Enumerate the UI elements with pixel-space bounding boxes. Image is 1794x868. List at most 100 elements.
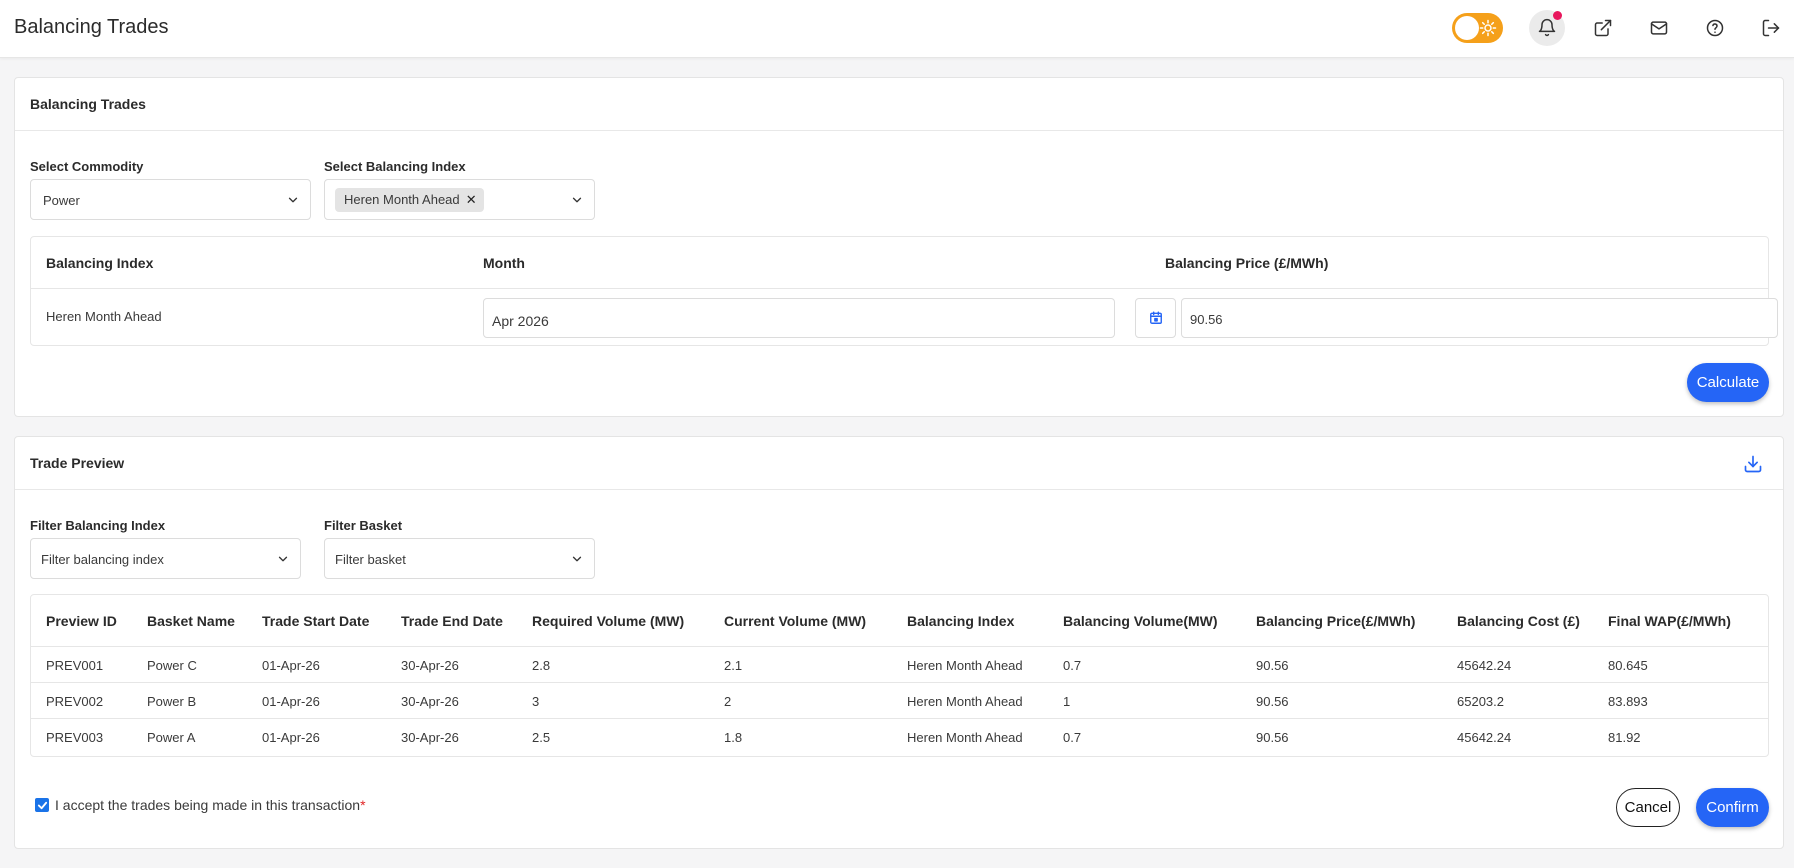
table-cell: 2 [724, 694, 732, 709]
column-header: Balancing Index [46, 255, 154, 271]
trade-preview-card: Trade Preview Filter Balancing Index Fil… [14, 436, 1784, 849]
theme-toggle[interactable] [1452, 13, 1503, 43]
table-cell: 30-Apr-26 [401, 658, 459, 673]
card-title: Trade Preview [30, 455, 125, 471]
download-icon[interactable] [1743, 454, 1763, 474]
filter-basket-label: Filter Basket [324, 518, 403, 533]
column-header: Trade Start Date [262, 613, 370, 629]
toggle-knob [1455, 16, 1479, 40]
remove-chip-icon[interactable]: ✕ [466, 188, 477, 212]
index-chip: Heren Month Ahead ✕ [335, 188, 484, 212]
help-icon [1706, 19, 1724, 37]
table-row[interactable]: PREV003 Power A 01-Apr-26 30-Apr-26 2.5 … [31, 719, 1768, 755]
column-header: Balancing Price (£/MWh) [1165, 255, 1329, 271]
accept-checkbox[interactable] [35, 798, 49, 812]
calendar-button[interactable] [1135, 298, 1176, 338]
external-link-icon [1594, 19, 1612, 37]
index-chip-label: Heren Month Ahead [344, 192, 460, 207]
card-header: Balancing Trades [15, 78, 1783, 131]
column-header: Balancing Volume(MW) [1063, 613, 1218, 629]
table-cell: 2.1 [724, 658, 743, 673]
balancing-index-table: Balancing Index Month Balancing Price (£… [30, 236, 1778, 346]
chevron-down-icon [278, 556, 288, 562]
table-cell: 1 [1063, 694, 1071, 709]
column-header: Month [483, 255, 525, 271]
chevron-down-icon [288, 197, 298, 203]
table-header: Balancing Index Month Balancing Price (£… [31, 237, 1768, 289]
sun-icon [1479, 19, 1497, 37]
filter-index-placeholder: Filter balancing index [41, 552, 164, 567]
index-cell: Heren Month Ahead [46, 309, 162, 324]
bell-icon [1538, 18, 1556, 37]
month-value: Apr 2026 [492, 313, 549, 329]
column-header: Basket Name [147, 613, 235, 629]
table-cell: 0.7 [1063, 658, 1082, 673]
filter-basket-select[interactable]: Filter basket [324, 538, 595, 579]
balancing-price-value: 90.56 [1190, 312, 1223, 327]
page-title: Balancing Trades [14, 16, 169, 38]
table-cell: Power A [147, 730, 196, 745]
filter-index-label: Filter Balancing Index [30, 518, 166, 533]
card-title: Balancing Trades [30, 96, 146, 112]
commodity-label: Select Commodity [30, 159, 144, 174]
table-cell: 2.5 [532, 730, 551, 745]
table-cell: 01-Apr-26 [262, 658, 320, 673]
cancel-button[interactable]: Cancel [1616, 788, 1680, 827]
external-link-button[interactable] [1585, 10, 1621, 46]
column-header: Balancing Index [907, 613, 1015, 629]
column-header: Trade End Date [401, 613, 503, 629]
table-cell: PREV001 [46, 658, 104, 673]
table-cell: Power B [147, 694, 197, 709]
mail-icon [1650, 21, 1668, 35]
column-header: Final WAP(£/MWh) [1608, 613, 1731, 629]
table-cell: 30-Apr-26 [401, 694, 459, 709]
help-button[interactable] [1697, 10, 1733, 46]
column-header: Balancing Price(£/MWh) [1256, 613, 1416, 629]
commodity-value: Power [43, 193, 80, 208]
notification-dot [1553, 11, 1562, 20]
calendar-icon [1149, 311, 1162, 324]
table-cell: 81.92 [1608, 730, 1641, 745]
confirm-button[interactable]: Confirm [1696, 788, 1769, 827]
table-cell: 0.7 [1063, 730, 1082, 745]
logout-button[interactable] [1753, 10, 1789, 46]
table-header: Preview ID Basket Name Trade Start Date … [31, 595, 1768, 647]
table-cell: Heren Month Ahead [907, 658, 1023, 673]
calculate-button[interactable]: Calculate [1687, 363, 1769, 402]
column-header: Current Volume (MW) [724, 613, 867, 629]
logout-icon [1762, 19, 1780, 37]
balancing-index-label: Select Balancing Index [324, 159, 466, 174]
filter-index-select[interactable]: Filter balancing index [30, 538, 301, 579]
balancing-trades-card: Balancing Trades Select Commodity Power … [14, 77, 1784, 417]
trade-preview-table: Preview ID Basket Name Trade Start Date … [30, 594, 1769, 757]
balancing-index-select[interactable]: Heren Month Ahead ✕ [324, 179, 595, 220]
table-cell: Power C [147, 658, 197, 673]
column-header: Preview ID [46, 613, 117, 629]
table-cell: 83.893 [1608, 694, 1648, 709]
notifications-button[interactable] [1529, 10, 1565, 46]
chevron-down-icon [572, 556, 582, 562]
accept-row: I accept the trades being made in this t… [35, 797, 366, 813]
table-cell: 65203.2 [1457, 694, 1504, 709]
balancing-price-input[interactable]: 90.56 [1181, 298, 1778, 338]
accept-label: I accept the trades being made in this t… [55, 797, 361, 813]
mail-button[interactable] [1641, 10, 1677, 46]
table-cell: 80.645 [1608, 658, 1648, 673]
column-header: Balancing Cost (£) [1457, 613, 1580, 629]
table-cell: 45642.24 [1457, 730, 1512, 745]
top-bar: Balancing Trades [0, 0, 1794, 58]
table-cell: 90.56 [1256, 694, 1289, 709]
commodity-select[interactable]: Power [30, 179, 311, 220]
table-cell: PREV003 [46, 730, 104, 745]
table-cell: 2.8 [532, 658, 551, 673]
table-cell: 1.8 [724, 730, 743, 745]
month-input[interactable]: Apr 2026 [483, 298, 1115, 338]
table-cell: 01-Apr-26 [262, 730, 320, 745]
table-cell: 30-Apr-26 [401, 730, 459, 745]
table-cell: 45642.24 [1457, 658, 1512, 673]
table-cell: 3 [532, 694, 540, 709]
table-row[interactable]: PREV001 Power C 01-Apr-26 30-Apr-26 2.8 … [31, 647, 1768, 683]
filter-basket-placeholder: Filter basket [335, 552, 406, 567]
table-row[interactable]: PREV002 Power B 01-Apr-26 30-Apr-26 3 2 … [31, 683, 1768, 719]
column-header: Required Volume (MW) [532, 613, 685, 629]
